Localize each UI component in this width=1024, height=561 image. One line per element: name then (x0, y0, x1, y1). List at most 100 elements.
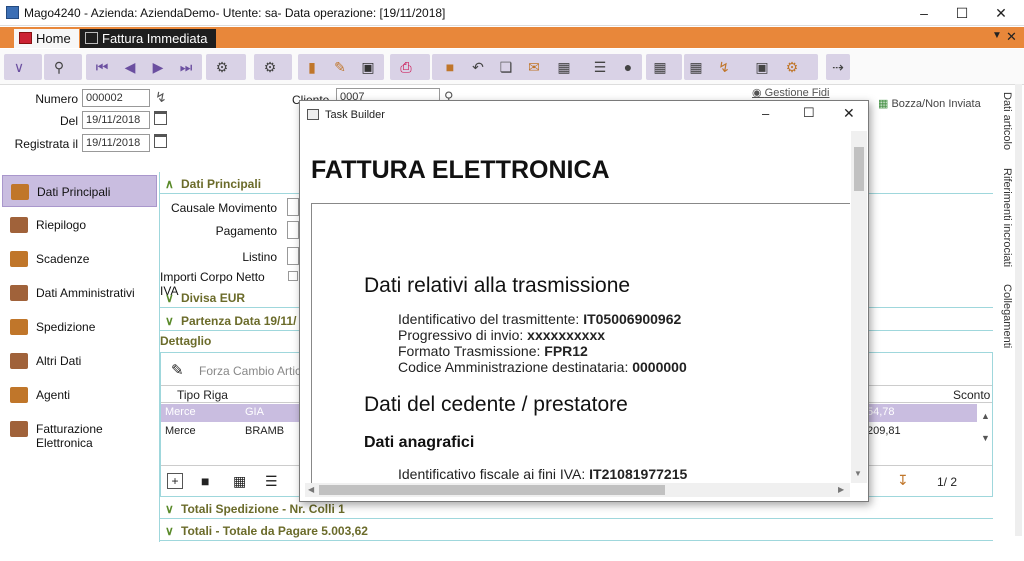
app-icon (6, 6, 19, 19)
del-date-field[interactable] (82, 111, 150, 129)
scroll-up-icon[interactable]: ▲ (981, 411, 990, 421)
tools-button[interactable]: ⚙ (206, 54, 246, 80)
tab-home-label: Home (36, 31, 71, 46)
nav-label: Dati Principali (37, 185, 111, 199)
list-view-icon[interactable]: ☰ (265, 473, 278, 490)
section-totali-spedizione[interactable]: ∨ Totali Spedizione - Nr. Colli 1 (160, 499, 993, 519)
nav-label: Fatturazione Elettronica (36, 422, 103, 450)
calendar-icon[interactable] (154, 111, 167, 125)
chart-icon (10, 285, 28, 301)
mail-icon[interactable]: ✉ (526, 59, 542, 75)
tabs-dropdown-icon[interactable]: ▼ (992, 30, 1002, 41)
edit-group: ▮ ✎ ▣ (298, 54, 384, 80)
nav-dati-principali[interactable]: Dati Principali (2, 175, 157, 207)
dialog-close-button[interactable]: ✕ (843, 105, 855, 122)
calendar-icon[interactable]: ▦ (688, 59, 704, 75)
settings-gear-icon[interactable]: ⚙ (784, 59, 800, 75)
user-icon[interactable]: ● (620, 59, 636, 75)
scroll-thumb[interactable] (319, 485, 665, 495)
calendar-icon[interactable] (154, 134, 167, 148)
tab-home[interactable]: Home (14, 29, 79, 48)
maximize-button[interactable]: ☐ (942, 0, 982, 26)
sort-icon[interactable]: ↧ (897, 472, 909, 489)
prev-record-icon[interactable]: ◀ (122, 59, 138, 75)
listino-field[interactable] (287, 247, 299, 265)
doc-horizontal-scrollbar[interactable]: ◀ ▶ (305, 483, 850, 497)
row-value: 209,81 (867, 425, 901, 437)
nav-fatturazione-elettronica[interactable]: Fatturazione Elettronica (2, 413, 157, 450)
copy-icon[interactable]: ❏ (498, 59, 514, 75)
settings-button[interactable]: ⚙ (254, 54, 292, 80)
calculator-icon[interactable]: ▦ (556, 59, 572, 75)
scroll-thumb[interactable] (854, 147, 864, 191)
nav-riepilogo[interactable]: Riepilogo (2, 209, 157, 241)
numero-field[interactable] (82, 89, 150, 107)
edit-pencil-icon[interactable]: ✎ (171, 361, 184, 379)
line-value: IT21081977215 (589, 466, 688, 482)
importi-checkbox[interactable] (288, 271, 298, 281)
listino-label: Listino (242, 250, 277, 264)
row-code: GIA (245, 406, 264, 418)
doc-body: Dati relativi alla trasmissione Identifi… (311, 203, 850, 483)
registrata-date-field[interactable] (82, 134, 150, 152)
gestione-fidi-link[interactable]: ◉ Gestione Fidi (752, 86, 829, 99)
nav-dati-amministrativi[interactable]: Dati Amministrativi (2, 277, 157, 309)
tab-fattura-immediata[interactable]: Fattura Immediata (80, 29, 216, 48)
causale-label: Causale Movimento (170, 201, 277, 215)
doc-vertical-scrollbar[interactable]: ▼ (851, 131, 867, 483)
toolbar: ∨ ⚲ ⏮ ◀ ▶ ⏭ ⚙ ⚙ ▮ ✎ ▣ ⎙ ■ ↶ ❏ ✉ ▦ ☰ ● ▦ … (0, 49, 1024, 85)
tab-fattura-label: Fattura Immediata (102, 31, 208, 46)
scroll-down-icon[interactable]: ▼ (981, 433, 990, 443)
lightning-icon[interactable]: ↯ (716, 59, 732, 75)
barcode-icon[interactable]: ☰ (592, 59, 608, 75)
exit-button[interactable]: ⇢ (826, 54, 850, 80)
window-titlebar: Mago4240 - Azienda: AziendaDemo- Utente:… (0, 0, 1024, 26)
record-actions-group: ■ ↶ ❏ ✉ ▦ ☰ ● (432, 54, 642, 80)
col-tipo-riga[interactable]: Tipo Riga (177, 388, 228, 402)
next-record-icon[interactable]: ▶ (150, 59, 166, 75)
line-label: Identificativo del trasmittente: (398, 311, 584, 327)
briefcase-icon[interactable]: ▣ (754, 59, 770, 75)
grid-view-icon[interactable]: ▦ (233, 473, 246, 490)
undo-icon[interactable]: ↶ (470, 59, 486, 75)
minimize-button[interactable]: – (904, 0, 944, 26)
tab-dati-articolo[interactable]: Dati articolo (995, 92, 1013, 162)
print-button[interactable]: ⎙ (390, 54, 430, 80)
nav-scadenze[interactable]: Scadenze (2, 243, 157, 275)
last-record-icon[interactable]: ⏭ (178, 59, 194, 75)
dialog-maximize-button[interactable]: ☐ (803, 105, 815, 121)
edit-pencil-icon[interactable]: ✎ (332, 59, 348, 75)
search-button[interactable]: ⚲ (44, 54, 82, 80)
heading-anagrafici: Dati anagrafici (364, 434, 475, 451)
nav-label: Dati Amministrativi (36, 286, 135, 300)
grid-button[interactable]: ▦ (646, 54, 682, 80)
lightning-icon[interactable]: ↯ (155, 89, 167, 106)
right-scrollbar[interactable] (1015, 84, 1022, 536)
nav-label: Agenti (36, 388, 71, 402)
forza-cambio-field[interactable]: Forza Cambio Artico (199, 364, 308, 378)
first-record-icon[interactable]: ⏮ (94, 59, 110, 75)
tab-collegamenti[interactable]: Collegamenti (995, 284, 1013, 354)
people-icon (10, 353, 28, 369)
nav-spedizione[interactable]: Spedizione (2, 311, 157, 343)
close-button[interactable]: ✕ (981, 0, 1021, 26)
delete-icon[interactable]: ■ (442, 59, 458, 75)
close-tab-icon[interactable]: ✕ (1006, 29, 1017, 45)
section-totali[interactable]: ∨ Totali - Totale da Pagare 5.003,62 (160, 521, 993, 541)
nav-agenti[interactable]: Agenti (2, 379, 157, 411)
delete-row-icon[interactable]: ■ (201, 473, 209, 489)
save-icon[interactable]: ▣ (360, 59, 376, 75)
dialog-minimize-button[interactable]: – (762, 106, 769, 121)
pagamento-field[interactable] (287, 221, 299, 239)
causale-field[interactable] (287, 198, 299, 216)
new-document-icon[interactable]: ▮ (304, 59, 320, 75)
col-sconto[interactable]: Sconto (953, 388, 990, 402)
tab-riferimenti-incrociati[interactable]: Riferimenti incrociati (995, 168, 1013, 268)
line-label: Formato Trasmissione: (398, 343, 545, 359)
scroll-left-icon[interactable]: ◀ (308, 485, 314, 494)
nav-altri-dati[interactable]: Altri Dati (2, 345, 157, 377)
scroll-down-icon[interactable]: ▼ (854, 469, 862, 478)
add-row-icon[interactable]: + (167, 473, 183, 489)
expand-menu-button[interactable]: ∨ (4, 54, 42, 80)
scroll-right-icon[interactable]: ▶ (838, 485, 844, 494)
